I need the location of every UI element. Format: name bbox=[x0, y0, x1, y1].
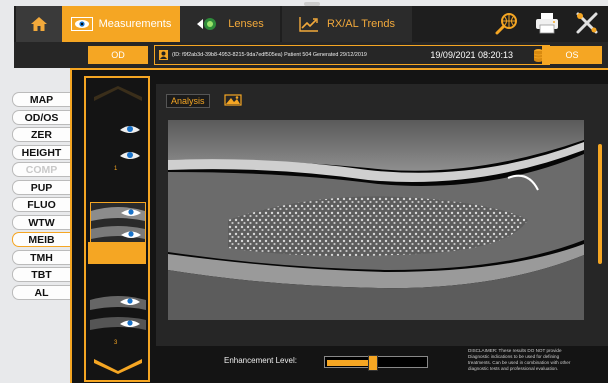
sidebar-item-height[interactable]: HEIGHT bbox=[12, 144, 70, 160]
slider-fill bbox=[327, 360, 372, 366]
od-button[interactable]: OD bbox=[88, 46, 148, 64]
sidebar-item-tbt[interactable]: TBT bbox=[12, 267, 70, 282]
slider-knob[interactable] bbox=[368, 355, 378, 371]
sidebar-item-fluo[interactable]: FLUO bbox=[12, 197, 70, 212]
scroll-up-chevron-icon[interactable] bbox=[92, 86, 144, 102]
sidebar-item-wtw[interactable]: WTW bbox=[12, 214, 70, 230]
globe-search-button[interactable] bbox=[494, 10, 520, 36]
enhancement-level-slider[interactable] bbox=[324, 355, 428, 371]
trend-chart-icon bbox=[299, 17, 318, 32]
analysis-button[interactable]: Analysis bbox=[166, 94, 210, 108]
toolbar-right bbox=[494, 10, 600, 36]
thumbnail-number: 1 bbox=[114, 166, 118, 172]
thumbnail-selection-bar bbox=[88, 242, 146, 264]
thumbnail-number: 3 bbox=[114, 340, 118, 346]
globe-search-icon bbox=[495, 13, 517, 35]
measurement-sidebar: MAP OD/OS ZER HEIGHT COMP PUP FLUO WTW M… bbox=[12, 92, 70, 302]
sidebar-item-tmh[interactable]: TMH bbox=[12, 249, 70, 265]
tools-icon bbox=[576, 12, 598, 34]
scroll-down-chevron-icon[interactable] bbox=[92, 358, 144, 374]
meibography-image-content bbox=[168, 120, 584, 320]
meibography-thumbnail-image bbox=[90, 296, 146, 330]
sidebar-item-al[interactable]: AL bbox=[12, 284, 70, 300]
tools-button[interactable] bbox=[574, 10, 600, 36]
disclaimer-text: DISCLAIMER: These results DO NOT provide… bbox=[468, 348, 571, 371]
patient-info-text: (ID: f9f2ab3d-39b8-4953-8215-9da7edf505e… bbox=[172, 52, 367, 58]
enhancement-level-label: Enhancement Level: bbox=[224, 356, 297, 365]
top-navigation: Measurements Lenses RX/AL Trends bbox=[14, 6, 608, 42]
main-panel: 1 2 bbox=[70, 68, 608, 383]
patient-datetime: 19/09/2021 08:20:13 bbox=[430, 50, 513, 60]
eye-thumbnail-icon bbox=[120, 126, 140, 159]
image-scrollbar[interactable] bbox=[598, 144, 602, 264]
patient-icon bbox=[159, 50, 168, 60]
eye-measure-icon bbox=[70, 17, 93, 31]
lens-icon bbox=[197, 18, 217, 30]
os-button[interactable]: OS bbox=[542, 46, 602, 64]
tab-rx-al-trends-label: RX/AL Trends bbox=[326, 18, 396, 30]
tab-lenses-label: Lenses bbox=[228, 18, 264, 30]
thumbnail-1[interactable]: 1 bbox=[90, 116, 146, 174]
thumbnail-column: 1 2 bbox=[84, 76, 150, 382]
print-icon bbox=[536, 13, 558, 34]
tab-lenses[interactable]: Lenses bbox=[180, 6, 280, 42]
app-window: Measurements Lenses RX/AL Trends OD (ID:… bbox=[0, 0, 608, 383]
sidebar-item-meib[interactable]: MEIB bbox=[12, 232, 70, 247]
patient-bar: OD (ID: f9f2ab3d-39b8-4953-8215-9da7edf5… bbox=[14, 42, 608, 68]
thumbnail-3[interactable]: 3 bbox=[90, 290, 146, 348]
sidebar-item-comp: COMP bbox=[12, 162, 70, 177]
print-button[interactable] bbox=[534, 10, 560, 36]
tab-rx-al-trends[interactable]: RX/AL Trends bbox=[282, 6, 412, 42]
tab-measurements-label: Measurements bbox=[98, 18, 172, 30]
sidebar-item-map[interactable]: MAP bbox=[12, 92, 70, 107]
patient-info-box: (ID: f9f2ab3d-39b8-4953-8215-9da7edf505e… bbox=[154, 45, 550, 65]
sidebar-item-pup[interactable]: PUP bbox=[12, 179, 70, 195]
meibography-image bbox=[168, 120, 584, 320]
sidebar-item-od-os[interactable]: OD/OS bbox=[12, 109, 70, 125]
sidebar-item-zer[interactable]: ZER bbox=[12, 127, 70, 142]
image-analysis-icon[interactable] bbox=[224, 94, 242, 106]
tab-measurements[interactable]: Measurements bbox=[62, 6, 180, 42]
image-viewer: Analysis bbox=[156, 84, 608, 346]
home-button[interactable] bbox=[16, 6, 62, 42]
home-icon bbox=[31, 17, 47, 31]
